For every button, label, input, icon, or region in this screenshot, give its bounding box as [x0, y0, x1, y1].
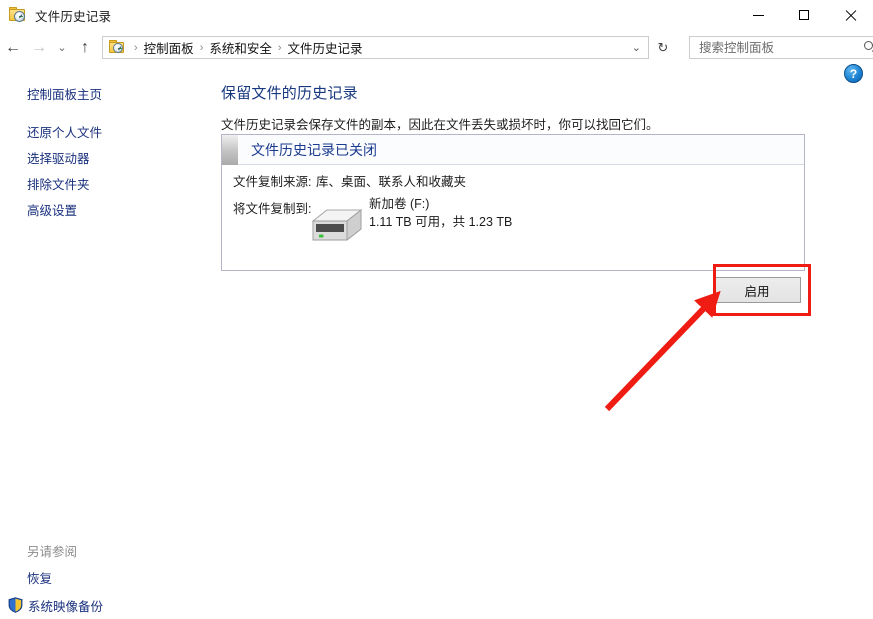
page-title: 保留文件的历史记录 [221, 85, 358, 102]
panel-body: 文件复制来源: 库、桌面、联系人和收藏夹 将文件复制到: 新加卷 (F:) 1.… [222, 165, 804, 270]
chevron-down-icon: ⌄ [57, 42, 67, 54]
see-also-title: 另请参阅 [27, 544, 78, 559]
sidebar-item-select-drive[interactable]: 选择驱动器 [0, 144, 210, 170]
close-button[interactable] [827, 0, 873, 30]
shield-icon [8, 597, 23, 613]
destination-drive: 新加卷 (F:) 1.11 TB 可用，共 1.23 TB [307, 193, 512, 249]
address-bar[interactable]: › 控制面板 › 系统和安全 › 文件历史记录 ⌄ [102, 36, 649, 59]
breadcrumb-separator: › [134, 41, 138, 54]
refresh-icon: ↻ [657, 39, 669, 55]
window-controls [735, 0, 873, 30]
breadcrumb-item-file-history[interactable]: 文件历史记录 [288, 38, 363, 57]
breadcrumb-separator: › [199, 41, 204, 54]
status-banner: 文件历史记录已关闭 [222, 134, 804, 165]
sidebar-item-advanced-settings[interactable]: 高级设置 [0, 196, 210, 222]
close-icon [845, 10, 856, 21]
minimize-button[interactable] [735, 0, 781, 30]
enable-button[interactable]: 启用 [713, 277, 801, 303]
back-button[interactable]: ← [0, 35, 26, 61]
up-button[interactable]: ↑ [72, 35, 98, 61]
sidebar-item-label: 选择驱动器 [27, 151, 90, 166]
see-also-section: 另请参阅 恢复 系统映像备份 [0, 537, 210, 619]
title-bar: 文件历史记录 [0, 0, 873, 30]
source-value: 库、桌面、联系人和收藏夹 [316, 175, 467, 189]
sidebar-item-recovery[interactable]: 恢复 [0, 563, 210, 591]
main-content: 保留文件的历史记录 文件历史记录会保存文件的副本，因此在文件丢失或损坏时，你可以… [215, 72, 873, 303]
back-arrow-icon: ← [5, 38, 21, 56]
status-badge: 文件历史记录已关闭 [251, 141, 377, 158]
search-box[interactable] [689, 36, 873, 59]
sidebar-item-label: 恢复 [27, 571, 53, 586]
sidebar: 控制面板主页 还原个人文件 选择驱动器 排除文件夹 高级设置 另请参阅 恢复 系… [0, 70, 210, 619]
drive-space: 1.11 TB 可用，共 1.23 TB [369, 215, 513, 229]
address-dropdown-icon[interactable]: ⌄ [632, 41, 641, 54]
breadcrumb-item-system-and-security[interactable]: 系统和安全 [209, 38, 272, 57]
sidebar-item-label: 还原个人文件 [27, 125, 103, 140]
breadcrumb-item-control-panel[interactable]: 控制面板 [144, 38, 194, 57]
sidebar-item-system-image-backup[interactable]: 系统映像备份 [0, 591, 210, 619]
breadcrumb-separator: › [277, 41, 282, 54]
sidebar-item-label: 系统映像备份 [28, 599, 104, 614]
enable-button-row: 启用 [221, 277, 805, 303]
status-indicator-strip [222, 134, 238, 165]
drive-name: 新加卷 (F:) [369, 197, 430, 211]
sidebar-item-control-panel-home[interactable]: 控制面板主页 [0, 80, 210, 106]
destination-label: 将文件复制到: [233, 202, 312, 216]
maximize-icon [799, 10, 809, 20]
file-history-icon [9, 7, 27, 23]
window-title: 文件历史记录 [35, 9, 112, 24]
source-label: 文件复制来源: [233, 175, 312, 189]
search-input[interactable] [697, 38, 862, 57]
sidebar-item-exclude-folders[interactable]: 排除文件夹 [0, 170, 210, 196]
drive-info: 新加卷 (F:) 1.11 TB 可用，共 1.23 TB [369, 193, 512, 232]
sidebar-item-restore-personal-files[interactable]: 还原个人文件 [0, 118, 210, 144]
address-toolbar: ← → ⌄ ↑ › 控制面板 › 系统和安全 › 文件历史记录 ⌄ ↻ [0, 31, 873, 64]
sidebar-item-label: 控制面板主页 [27, 87, 103, 102]
file-history-window: 文件历史记录 ← → ⌄ ↑ › 控制面板 › 系统和安全 › 文件历史记录 ⌄… [0, 0, 873, 619]
sidebar-item-label: 排除文件夹 [27, 177, 90, 192]
search-icon [864, 41, 873, 55]
maximize-button[interactable] [781, 0, 827, 30]
external-drive-icon [307, 205, 363, 249]
forward-button[interactable]: → [26, 35, 52, 61]
file-history-status-panel: 文件历史记录已关闭 文件复制来源: 库、桌面、联系人和收藏夹 将文件复制到: 新… [221, 134, 805, 271]
minimize-icon [752, 14, 764, 16]
page-description: 文件历史记录会保存文件的副本，因此在文件丢失或损坏时，你可以找回它们。 [221, 118, 659, 132]
up-arrow-icon: ↑ [81, 38, 89, 56]
refresh-button[interactable]: ↻ [651, 36, 675, 59]
recent-locations-button[interactable]: ⌄ [52, 35, 72, 61]
sidebar-item-label: 高级设置 [27, 203, 78, 218]
forward-arrow-icon: → [31, 38, 47, 56]
breadcrumb-file-history-icon [109, 40, 125, 55]
